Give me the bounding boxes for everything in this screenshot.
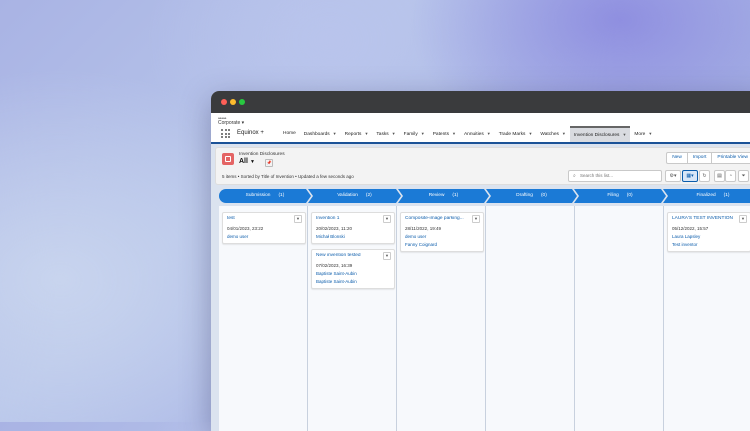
browser-window: aaaaa Corporate ▾ Equinox + Home Dashboa…	[211, 91, 750, 431]
nav-item-family[interactable]: Family ▼	[400, 126, 429, 142]
nav-item-annuities[interactable]: Annuities ▼	[460, 126, 495, 142]
nav-item-tasks[interactable]: Tasks ▼	[372, 126, 399, 142]
stage-review[interactable]: Review (1)	[398, 189, 489, 203]
kanban-card[interactable]: Composite-image parking... ▼ 28/11/2022,…	[400, 212, 484, 252]
nav-item-reports[interactable]: Reports ▼	[341, 126, 373, 142]
kanban-card[interactable]: Invention 1 ▼ 20/02/2023, 11:20 Michał B…	[311, 212, 395, 244]
nav-item-patents[interactable]: Patents ▼	[429, 126, 460, 142]
minimize-window-button[interactable]	[230, 99, 236, 105]
card-owner-link[interactable]: Laura Lapsley	[672, 234, 700, 239]
chevron-down-icon[interactable]: ▼	[622, 132, 626, 137]
nav-item-trade-marks[interactable]: Trade Marks ▼	[495, 126, 537, 142]
chevron-down-icon[interactable]: ▼	[364, 131, 368, 136]
kanban-card[interactable]: LAURA'S TEST INVENTION ▼ 05/12/2022, 15:…	[667, 212, 750, 252]
printable-view-button[interactable]: Printable View	[711, 152, 750, 164]
stage-finalized[interactable]: Finalized (1)	[663, 189, 750, 203]
card-inventor-link[interactable]: Test inventor	[672, 242, 698, 247]
list-status: 5 items • Sorted by Title of Invention •…	[222, 174, 354, 179]
chart-icon[interactable]: ◔	[725, 170, 736, 182]
card-menu-icon[interactable]: ▼	[294, 215, 302, 223]
card-owner-link[interactable]: Michał Blonski	[316, 234, 345, 239]
card-date: 28/11/2022, 19:49	[405, 226, 441, 231]
search-input[interactable]	[580, 172, 658, 179]
card-menu-icon[interactable]: ▼	[472, 215, 480, 223]
nav-item-invention-disclosures[interactable]: Invention Disclosures ▼	[569, 126, 631, 142]
kanban-column-review: Composite-image parking... ▼ 28/11/2022,…	[397, 206, 486, 431]
card-title-link[interactable]: Invention 1	[316, 216, 384, 221]
chevron-down-icon[interactable]: ▼	[562, 131, 566, 136]
card-title-link[interactable]: New invention tested	[316, 253, 384, 258]
invention-disclosure-icon	[222, 153, 234, 165]
card-date: 07/02/2023, 16:39	[316, 263, 353, 268]
refresh-icon[interactable]: ↻	[699, 170, 710, 182]
nav-item-more[interactable]: More ▼	[630, 126, 656, 142]
card-menu-icon[interactable]: ▼	[383, 215, 391, 223]
chevron-down-icon[interactable]: ▼	[333, 131, 337, 136]
card-title-link[interactable]: LAURA'S TEST INVENTION	[672, 216, 740, 221]
app-name: Equinox +	[237, 130, 264, 136]
chevron-down-icon[interactable]: ▼	[487, 131, 491, 136]
caret-down-icon[interactable]: ▼	[250, 159, 255, 165]
card-date: 05/12/2022, 15:57	[672, 226, 709, 231]
new-button[interactable]: New	[666, 152, 688, 164]
chevron-down-icon[interactable]: ▼	[392, 131, 396, 136]
card-inventor-link[interactable]: Fanny Coignard	[405, 242, 437, 247]
kanban-card[interactable]: test ▼ 04/01/2023, 23:22 demo user	[222, 212, 306, 244]
card-title-link[interactable]: Composite-image parking...	[405, 216, 473, 221]
kanban-column-filing	[575, 206, 664, 431]
table-view-icon[interactable]: ▤	[714, 170, 725, 182]
object-name: Invention Disclosures	[239, 152, 285, 157]
stage-filing[interactable]: Filing (0)	[574, 189, 666, 203]
card-menu-icon[interactable]: ▼	[383, 252, 391, 260]
chevron-down-icon[interactable]: ▼	[648, 131, 652, 136]
stage-drafting[interactable]: Drafting (0)	[486, 189, 577, 203]
display-as-kanban-icon[interactable]: ▦▾	[682, 170, 698, 182]
stage-submission[interactable]: Submission (1)	[219, 189, 311, 203]
card-owner-link[interactable]: demo user	[405, 234, 426, 239]
search-icon: ⌕	[573, 173, 576, 179]
header-actions: New Import Printable View	[666, 152, 750, 164]
title-bar	[211, 91, 750, 113]
chevron-down-icon[interactable]: ▼	[452, 131, 456, 136]
chevron-down-icon[interactable]: ▼	[421, 131, 425, 136]
close-window-button[interactable]	[221, 99, 227, 105]
nav-item-watches[interactable]: Watches ▼	[536, 126, 569, 142]
kanban-column-drafting	[486, 206, 575, 431]
kanban-card[interactable]: New invention tested ▼ 07/02/2023, 16:39…	[311, 249, 395, 289]
card-inventor-link[interactable]: Baptiste Saint-Aubin	[316, 279, 357, 284]
pin-icon[interactable]: 📌	[265, 159, 273, 167]
filter-icon[interactable]: ⏷	[738, 170, 749, 182]
nav-item-home[interactable]: Home	[279, 126, 300, 142]
org-bar: aaaaa Corporate ▾	[211, 113, 750, 126]
settings-gear-icon[interactable]: ⚙▾	[665, 170, 681, 182]
card-owner-link[interactable]: Baptiste Saint-Aubin	[316, 271, 357, 276]
kanban-stage-path: Submission (1) Validation (2) Review (1) Dr…	[219, 189, 750, 203]
list-view-header: Invention Disclosures All ▼ 📌 5 items • S…	[215, 147, 750, 185]
list-view-selector[interactable]: All ▼	[239, 158, 255, 165]
card-date: 04/01/2023, 23:22	[227, 226, 264, 231]
app-navigation: Equinox + Home Dashboards ▼ Reports ▼ Task…	[211, 126, 750, 144]
card-owner-link[interactable]: demo user	[227, 234, 248, 239]
card-menu-icon[interactable]: ▼	[739, 215, 747, 223]
kanban-column-validation: Invention 1 ▼ 20/02/2023, 11:20 Michał B…	[308, 206, 397, 431]
nav-item-dashboards[interactable]: Dashboards ▼	[300, 126, 341, 142]
card-title-link[interactable]: test	[227, 216, 295, 221]
main-content: Invention Disclosures All ▼ 📌 5 items • S…	[211, 144, 750, 431]
maximize-window-button[interactable]	[239, 99, 245, 105]
import-button[interactable]: Import	[686, 152, 713, 164]
stage-validation[interactable]: Validation (2)	[308, 189, 401, 203]
kanban-column-finalized: LAURA'S TEST INVENTION ▼ 05/12/2022, 15:…	[664, 206, 750, 431]
chevron-down-icon[interactable]: ▼	[528, 131, 532, 136]
app-launcher-icon[interactable]	[221, 129, 230, 138]
kanban-column-submission: test ▼ 04/01/2023, 23:22 demo user	[219, 206, 308, 431]
nav-items: Home Dashboards ▼ Reports ▼ Tasks ▼ Family ▼…	[279, 126, 656, 142]
list-search: ⌕	[568, 170, 662, 182]
card-date: 20/02/2023, 11:20	[316, 226, 352, 231]
